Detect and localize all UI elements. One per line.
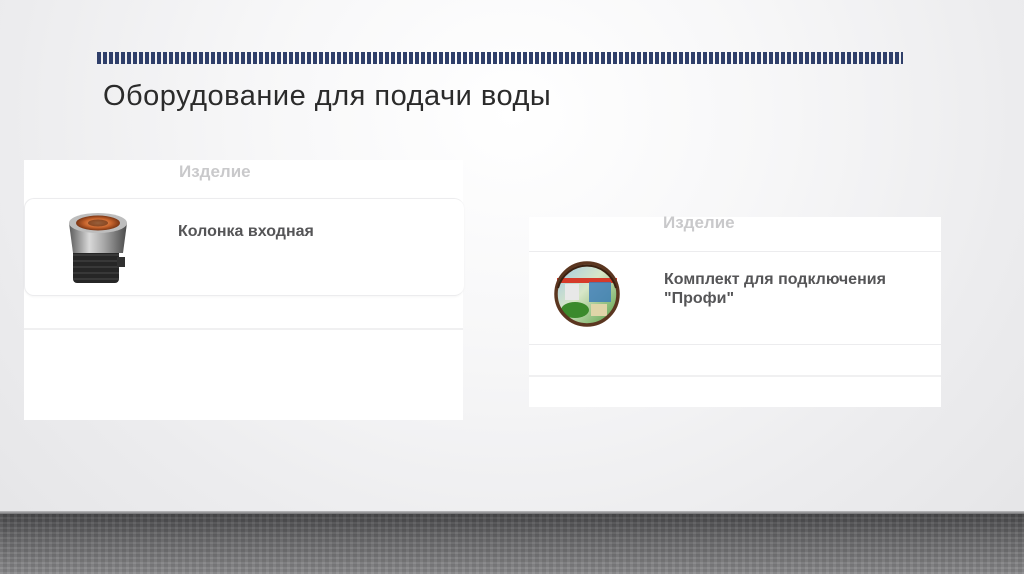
product-name-line-2: "Профи" <box>664 290 735 307</box>
product-table-left: Изделие Колонка входная <box>24 160 464 420</box>
table-divider <box>24 328 463 330</box>
hose-connection-kit-icon <box>554 261 620 327</box>
product-name: Комплект для подключения "Профи" <box>664 270 886 308</box>
slide: Оборудование для подачи воды Изделие Кол… <box>0 0 1024 574</box>
column-header-product: Изделие <box>663 213 735 232</box>
water-column-fitting-icon <box>69 213 127 283</box>
column-header-product: Изделие <box>179 162 251 181</box>
table-row[interactable]: Колонка входная <box>24 198 464 296</box>
table-divider <box>529 375 941 377</box>
product-name: Колонка входная <box>178 223 314 240</box>
product-name-line-1: Комплект для подключения <box>664 271 886 288</box>
title-decoration-bar <box>97 52 903 64</box>
table-row[interactable]: Комплект для подключения "Профи" <box>529 251 941 345</box>
slide-title: Оборудование для подачи воды <box>103 80 552 112</box>
floor-texture <box>0 514 1024 574</box>
product-table-right: Изделие Комплект для подключения "Профи" <box>529 213 941 407</box>
